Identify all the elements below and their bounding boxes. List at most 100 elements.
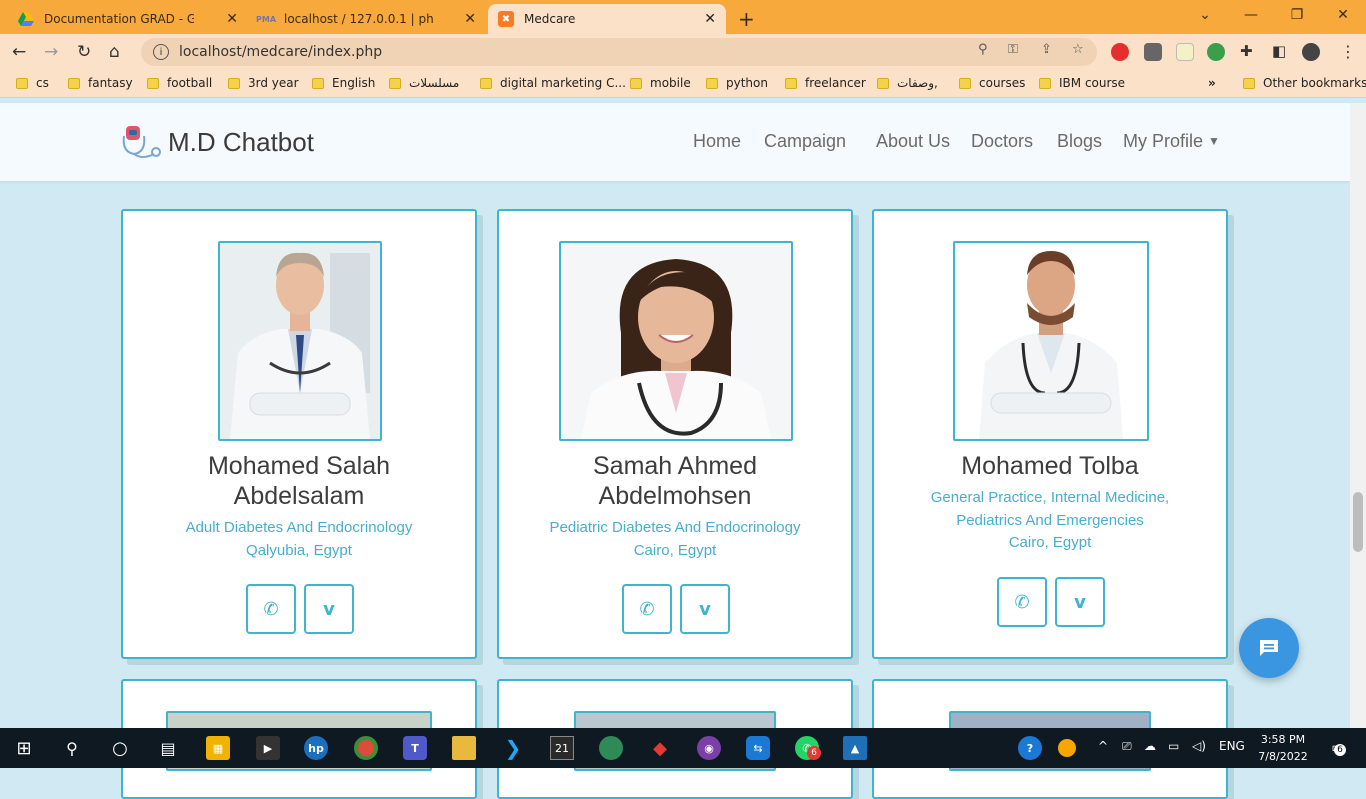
bookmark-folder[interactable]: 3rd year <box>228 76 299 90</box>
bookmark-folder[interactable]: freelancer <box>785 76 866 90</box>
media-player-icon[interactable]: ◉ <box>697 736 721 760</box>
close-window-icon[interactable]: ✕ <box>1320 0 1366 30</box>
folder-icon <box>1243 77 1255 89</box>
folder-icon <box>16 77 28 89</box>
globe-app-icon[interactable] <box>599 736 623 760</box>
nav-my-profile[interactable]: My Profile ▼ <box>1123 131 1220 152</box>
tray-chevron-icon[interactable]: ^ <box>1098 739 1108 753</box>
tab-title: Documentation GRAD - Google D <box>44 12 194 26</box>
bookmark-folder[interactable]: python <box>706 76 768 90</box>
bookmark-folder[interactable]: cs <box>16 76 49 90</box>
vimeo-button[interactable]: v <box>680 584 730 634</box>
windows-taskbar: ⊞ ⚲ ○ ▤ ▦ ▶ hp T ❯ 21 ◆ ◉ ⇆ ✆ 6 ▲ ? ^ ⎚ … <box>0 728 1366 768</box>
globe-extension-icon[interactable] <box>1207 43 1225 61</box>
new-tab-icon[interactable]: + <box>738 7 755 31</box>
bookmark-folder[interactable]: fantasy <box>68 76 133 90</box>
close-tab-icon[interactable]: ✕ <box>464 11 476 27</box>
tab-phpmyadmin[interactable]: PMA localhost / 127.0.0.1 | phpMyAdm ✕ <box>248 4 486 34</box>
other-bookmarks-folder[interactable]: Other bookmarks <box>1243 76 1366 90</box>
page-scrollbar[interactable] <box>1350 103 1366 728</box>
location-icon[interactable]: ⚲ <box>978 42 988 57</box>
close-tab-icon[interactable]: ✕ <box>704 11 716 27</box>
store-icon[interactable]: ▦ <box>206 736 230 760</box>
url-text: localhost/medcare/index.php <box>179 44 383 60</box>
tab-medcare[interactable]: ✖ Medcare ✕ <box>488 4 726 34</box>
chat-button[interactable] <box>1239 618 1299 678</box>
whatsapp-icon: ✆ <box>1014 591 1030 613</box>
file-explorer-icon[interactable] <box>452 736 476 760</box>
site-info-icon[interactable]: i <box>153 44 169 60</box>
bookmark-folder[interactable]: IBM course <box>1039 76 1125 90</box>
key-icon[interactable]: ⚿ <box>1008 42 1018 57</box>
calendar-app-icon[interactable]: 21 <box>550 736 574 760</box>
close-tab-icon[interactable]: ✕ <box>226 11 238 27</box>
cortana-icon[interactable]: ○ <box>108 736 132 760</box>
back-icon[interactable]: ← <box>12 42 26 62</box>
tray-app-icon[interactable] <box>1058 739 1076 757</box>
volume-icon[interactable]: ◁) <box>1192 739 1206 753</box>
bookmark-folder[interactable]: digital marketing C... <box>480 76 626 90</box>
home-icon[interactable]: ⌂ <box>109 42 120 62</box>
anydesk-icon[interactable]: ◆ <box>648 736 672 760</box>
whatsapp-button[interactable]: ✆ <box>246 584 296 634</box>
folder-icon <box>480 77 492 89</box>
extensions-puzzle-icon[interactable]: ✚ <box>1240 42 1253 60</box>
bookmark-folder[interactable]: mobile <box>630 76 691 90</box>
eyedropper-extension-icon[interactable] <box>1144 43 1162 61</box>
battery-icon[interactable]: ▭ <box>1168 739 1179 753</box>
windows-start-icon[interactable]: ⊞ <box>12 736 36 760</box>
task-view-icon[interactable]: ▤ <box>156 736 180 760</box>
tab-title: Medcare <box>524 12 576 26</box>
clock-time: 3:58 PM <box>1260 733 1306 746</box>
vimeo-button[interactable]: v <box>304 584 354 634</box>
bookmark-folder[interactable]: English <box>312 76 375 90</box>
nav-campaign[interactable]: Campaign <box>764 131 846 152</box>
nav-doctors[interactable]: Doctors <box>971 131 1033 152</box>
reload-icon[interactable]: ↻ <box>77 42 91 62</box>
photos-icon[interactable]: ▲ <box>843 736 867 760</box>
chrome-icon[interactable] <box>354 736 378 760</box>
minimize-icon[interactable]: — <box>1228 0 1274 30</box>
menu-dots-icon[interactable]: ⋮ <box>1340 42 1356 61</box>
tab-search-icon[interactable]: ⌄ <box>1182 0 1228 30</box>
notes-extension-icon[interactable] <box>1176 43 1194 61</box>
forward-icon[interactable]: → <box>44 42 58 62</box>
doctor-name: Mohamed Salah <box>207 452 391 480</box>
video-editor-icon[interactable]: ▶ <box>256 736 280 760</box>
doctor-card: Mohamed Salah Abdelsalam Adult Diabetes … <box>121 209 477 659</box>
whatsapp-button[interactable]: ✆ <box>622 584 672 634</box>
clock[interactable]: 3:58 PM 7/8/2022 <box>1258 731 1308 765</box>
nav-blogs[interactable]: Blogs <box>1057 131 1102 152</box>
opera-extension-icon[interactable] <box>1111 43 1129 61</box>
restore-icon[interactable]: ❐ <box>1274 0 1320 30</box>
bookmark-folder[interactable]: وصفات, <box>877 76 938 90</box>
vimeo-button[interactable]: v <box>1055 577 1105 627</box>
tab-documentation[interactable]: Documentation GRAD - Google D ✕ <box>8 4 248 34</box>
side-panel-icon[interactable]: ◧ <box>1272 42 1286 60</box>
hp-icon[interactable]: hp <box>304 736 328 760</box>
nav-about-us[interactable]: About Us <box>876 131 950 152</box>
bookmark-folder[interactable]: football <box>147 76 212 90</box>
xampp-icon: ✖ <box>498 11 514 27</box>
vscode-icon[interactable]: ❯ <box>501 736 525 760</box>
tray-meet-icon[interactable]: ⎚ <box>1122 739 1132 754</box>
language-indicator[interactable]: ENG <box>1219 739 1245 753</box>
onedrive-icon[interactable]: ☁ <box>1144 739 1156 753</box>
profile-avatar[interactable] <box>1302 43 1320 61</box>
folder-icon <box>228 77 240 89</box>
nav-home[interactable]: Home <box>693 131 741 152</box>
bookmark-star-icon[interactable]: ☆ <box>1072 42 1084 57</box>
doctor-specialty: Pediatric Diabetes And Endocrinology <box>549 519 801 536</box>
search-icon[interactable]: ⚲ <box>60 736 84 760</box>
scrollbar-thumb[interactable] <box>1353 492 1363 552</box>
teamviewer-icon[interactable]: ⇆ <box>746 736 770 760</box>
share-icon[interactable]: ⇪ <box>1041 42 1052 57</box>
brand-logo[interactable]: M.D Chatbot <box>120 124 314 160</box>
bookmark-folder[interactable]: مسلسلات <box>389 76 459 90</box>
more-bookmarks-button[interactable]: » <box>1208 76 1216 90</box>
whatsapp-button[interactable]: ✆ <box>997 577 1047 627</box>
help-icon[interactable]: ? <box>1018 736 1042 760</box>
bookmark-folder[interactable]: courses <box>959 76 1025 90</box>
teams-icon[interactable]: T <box>403 736 427 760</box>
url-bar[interactable]: i localhost/medcare/index.php <box>141 38 1097 66</box>
